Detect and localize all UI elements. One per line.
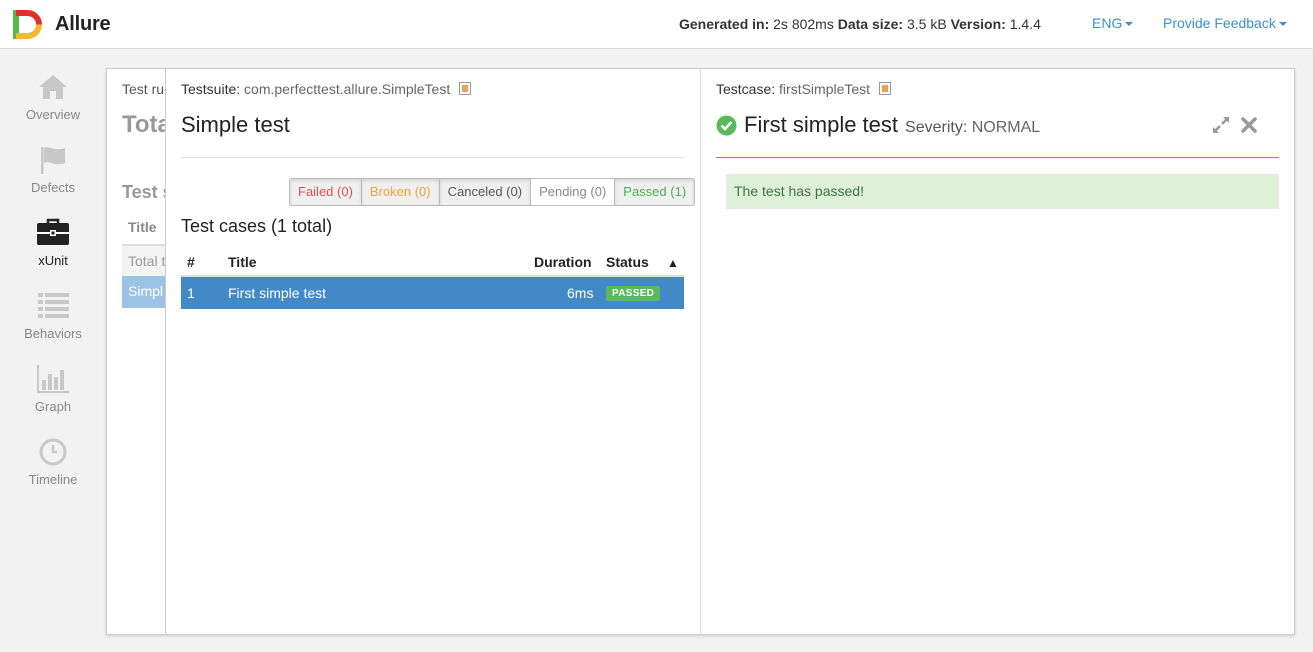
briefcase-icon <box>37 218 69 245</box>
report-meta: Generated in: 2s 802ms Data size: 3.5 kB… <box>679 16 1041 32</box>
filter-pending-button[interactable]: Pending (0) <box>530 178 616 206</box>
testcase-title: First simple test <box>744 112 899 137</box>
caret-down-icon <box>1125 22 1134 27</box>
sidebar: Overview Defects xUnit Behaviors Graph T… <box>0 50 106 652</box>
passed-alert: The test has passed! <box>726 174 1279 209</box>
app-name: Allure <box>55 13 111 35</box>
sidebar-item-graph[interactable]: Graph <box>0 364 106 430</box>
col-title-header[interactable]: Title <box>228 254 257 270</box>
severity-value: NORMAL <box>971 119 1041 136</box>
version-value: 1.4.4 <box>1009 16 1041 32</box>
testsuite-pane: Testsuite: com.perfecttest.allure.Simple… <box>165 68 701 635</box>
feedback-label: Provide Feedback <box>1163 15 1276 31</box>
sidebar-item-timeline[interactable]: Timeline <box>0 437 106 503</box>
testruns-label: Test ru <box>122 81 165 97</box>
brand[interactable]: Allure <box>12 9 111 40</box>
testruns-pane[interactable]: Test ru Tota Test s Title Total t Simpl <box>106 68 166 635</box>
severity-label: Severity: <box>905 119 968 136</box>
status-divider <box>716 157 1279 158</box>
col-duration-header[interactable]: Duration <box>534 254 592 270</box>
datasize-value: 3.5 kB <box>906 16 947 32</box>
sidebar-item-label: Defects <box>30 180 76 195</box>
filter-passed-button[interactable]: Passed (1) <box>614 178 696 206</box>
testruns-subtitle: Test s <box>122 182 166 202</box>
datasize-label: Data size: <box>837 16 904 32</box>
pane-actions <box>1211 115 1259 135</box>
language-label: ENG <box>1092 15 1123 31</box>
close-icon[interactable] <box>1239 115 1259 135</box>
check-circle-icon <box>716 115 737 135</box>
generated-value: 2s 802ms <box>773 16 834 32</box>
testsuite-crumb-value: com.perfecttest.allure.SimpleTest <box>244 81 451 97</box>
testcase-crumb-label: Testcase: <box>716 81 776 97</box>
test-cases-heading: Test cases (1 total) <box>181 216 333 236</box>
testcase-crumb: Testcase: firstSimpleTest <box>716 81 891 97</box>
row-title: First simple test <box>228 285 327 301</box>
testcase-crumb-value: firstSimpleTest <box>779 81 871 97</box>
filter-canceled-button[interactable]: Canceled (0) <box>438 178 532 206</box>
sort-asc-icon[interactable]: ▲ <box>667 256 679 270</box>
list-icon <box>38 293 69 318</box>
testruns-selected-row-text: Simpl <box>128 283 164 299</box>
filter-broken-button[interactable]: Broken (0) <box>360 178 440 206</box>
testsuite-crumb: Testsuite: com.perfecttest.allure.Simple… <box>181 81 472 97</box>
sidebar-item-label: Timeline <box>28 472 78 487</box>
test-cases-table: # Title Duration Status ▲ 1 First simple… <box>181 249 684 309</box>
flag-icon <box>41 147 65 174</box>
testsuite-crumb-label: Testsuite: <box>181 81 241 97</box>
sidebar-item-label: Graph <box>34 399 72 414</box>
home-icon <box>39 75 67 99</box>
feedback-dropdown[interactable]: Provide Feedback <box>1163 15 1287 31</box>
sidebar-item-defects[interactable]: Defects <box>0 145 106 211</box>
top-bar: Allure Generated in: 2s 802ms Data size:… <box>0 0 1313 49</box>
testruns-total-row: Total t <box>122 244 166 276</box>
bar-chart-icon <box>37 365 69 393</box>
sidebar-item-xunit[interactable]: xUnit <box>0 218 106 284</box>
filter-failed-button[interactable]: Failed (0) <box>289 178 362 206</box>
testruns-selected-row[interactable]: Simpl <box>122 276 166 308</box>
language-dropdown[interactable]: ENG <box>1092 15 1134 31</box>
sidebar-item-label: xUnit <box>38 253 68 268</box>
caret-down-icon <box>1278 22 1287 27</box>
expand-icon[interactable] <box>1211 115 1231 135</box>
status-filter-group: Failed (0) Broken (0) Canceled (0) Pendi… <box>289 178 696 206</box>
testsuite-title: Simple test <box>181 112 290 137</box>
severity: Severity: NORMAL <box>905 119 1040 137</box>
testruns-total-row-text: Total t <box>128 253 166 269</box>
copy-icon[interactable] <box>878 82 891 95</box>
sidebar-item-overview[interactable]: Overview <box>0 72 106 138</box>
testcase-title-row: First simple test Severity: NORMAL <box>716 112 1040 138</box>
status-badge: PASSED <box>606 286 661 301</box>
divider <box>181 157 684 158</box>
clock-icon <box>39 438 67 466</box>
table-header: # Title Duration Status ▲ <box>181 249 684 277</box>
generated-label: Generated in: <box>679 16 770 32</box>
table-row[interactable]: 1 First simple test 6ms PASSED <box>181 277 684 309</box>
col-num-header[interactable]: # <box>187 254 195 270</box>
col-status-header[interactable]: Status <box>606 254 649 270</box>
testcase-pane: Testcase: firstSimpleTest First simple t… <box>700 68 1295 635</box>
version-label: Version: <box>950 16 1006 32</box>
sidebar-item-label: Behaviors <box>24 326 82 341</box>
sidebar-item-behaviors[interactable]: Behaviors <box>0 291 106 357</box>
row-num: 1 <box>187 285 195 301</box>
copy-icon[interactable] <box>459 82 472 95</box>
allure-logo-icon <box>13 10 43 39</box>
sidebar-item-label: Overview <box>25 107 81 122</box>
testruns-col-title: Title <box>128 219 157 235</box>
testruns-total: Tota <box>122 111 166 138</box>
row-duration: 6ms <box>567 285 594 301</box>
